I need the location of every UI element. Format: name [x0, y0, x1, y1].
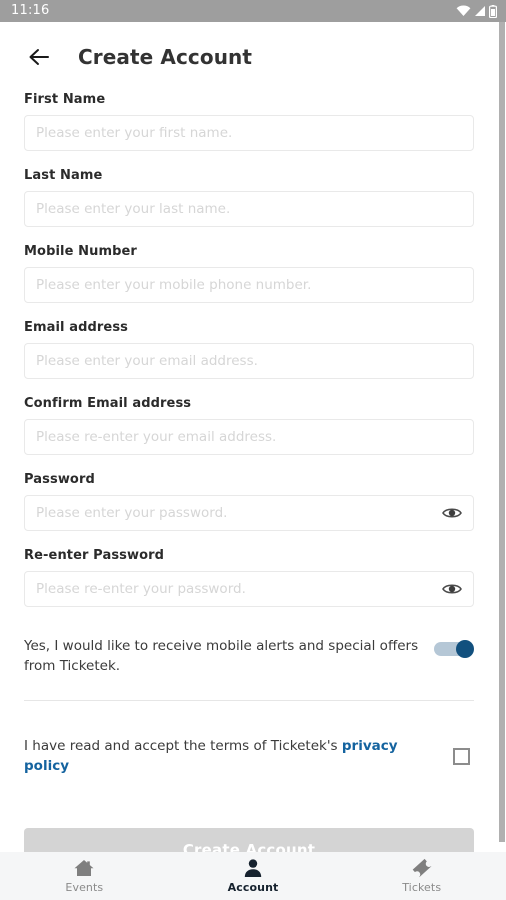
field-label-mobile-number: Mobile Number: [24, 244, 137, 259]
eye-icon: [442, 506, 462, 520]
nav-label-account: Account: [227, 881, 279, 894]
privacy-policy-text: I have read and accept the terms of Tick…: [24, 738, 342, 754]
input-wrapper-mobile-number[interactable]: [24, 267, 474, 303]
status-bar-time: 11:16: [11, 3, 50, 18]
wifi-icon: [456, 5, 471, 17]
nav-label-events: Events: [65, 881, 104, 894]
field-reenter-password: Re-enter Password: [24, 548, 474, 607]
last-name-input[interactable]: [25, 192, 473, 226]
field-password: Password: [24, 472, 474, 531]
input-wrapper-email-address[interactable]: [24, 343, 474, 379]
field-label-last-name: Last Name: [24, 168, 103, 183]
signal-icon: [474, 5, 486, 17]
back-button[interactable]: [24, 42, 54, 72]
status-bar-icons: [456, 4, 497, 18]
field-label-first-name: First Name: [24, 92, 106, 107]
first-name-input[interactable]: [25, 116, 473, 150]
page-title: Create Account: [78, 45, 253, 69]
toggle-reenter-password-visibility-button[interactable]: [441, 579, 463, 599]
app-screen: 11:16 Create Account First Name Please e…: [0, 0, 506, 900]
field-label-reenter-password: Re-enter Password: [24, 548, 165, 563]
back-arrow-icon: [28, 47, 50, 67]
field-label-password: Password: [24, 472, 95, 487]
field-last-name: Last Name: [24, 168, 474, 227]
mobile-number-input[interactable]: [25, 268, 473, 302]
field-email-address: Email address: [24, 320, 474, 379]
nav-item-tickets[interactable]: Tickets: [337, 852, 506, 900]
marketing-optin-toggle[interactable]: [434, 640, 474, 658]
status-bar: 11:16: [0, 0, 506, 22]
marketing-optin-row: Yes, I would like to receive mobile aler…: [24, 636, 474, 676]
privacy-policy-checkbox[interactable]: [453, 747, 470, 765]
ticket-icon: [411, 858, 433, 878]
field-label-confirm-email-address: Confirm Email address: [24, 396, 192, 411]
email-address-input[interactable]: [25, 344, 473, 378]
field-label-email-address: Email address: [24, 320, 129, 335]
reenter-password-input[interactable]: [25, 572, 473, 606]
input-wrapper-reenter-password[interactable]: [24, 571, 474, 607]
scrollbar-thumb[interactable]: [499, 22, 505, 842]
input-wrapper-last-name[interactable]: [24, 191, 474, 227]
field-mobile-number: Mobile Number: [24, 244, 474, 303]
form-content: First Name Last Name Mobile Number: [0, 92, 498, 852]
nav-label-tickets: Tickets: [402, 881, 442, 894]
privacy-policy-label: I have read and accept the terms of Tick…: [24, 736, 439, 776]
confirm-email-address-input[interactable]: [25, 420, 473, 454]
battery-icon: [489, 4, 497, 18]
field-first-name: First Name: [24, 92, 474, 151]
privacy-policy-row: I have read and accept the terms of Tick…: [24, 736, 474, 776]
bottom-navigation-bar: Events Account Tickets: [0, 852, 506, 900]
marketing-optin-label: Yes, I would like to receive mobile aler…: [24, 638, 419, 674]
home-icon: [73, 858, 95, 878]
section-divider: [24, 700, 474, 701]
toggle-thumb: [456, 640, 474, 658]
person-icon: [243, 858, 263, 878]
scrollbar-track[interactable]: [498, 22, 506, 852]
toggle-password-visibility-button[interactable]: [441, 503, 463, 523]
input-wrapper-first-name[interactable]: [24, 115, 474, 151]
eye-icon: [442, 582, 462, 596]
submit-button-wrapper: Create Account: [24, 828, 474, 852]
password-input[interactable]: [25, 496, 473, 530]
create-account-button[interactable]: Create Account: [24, 828, 474, 852]
input-wrapper-confirm-email-address[interactable]: [24, 419, 474, 455]
page-header: Create Account: [0, 22, 498, 92]
nav-item-events[interactable]: Events: [0, 852, 169, 900]
field-confirm-email-address: Confirm Email address: [24, 396, 474, 455]
nav-item-account[interactable]: Account: [169, 852, 338, 900]
form-scroll-area[interactable]: First Name Last Name Mobile Number: [0, 92, 498, 852]
input-wrapper-password[interactable]: [24, 495, 474, 531]
